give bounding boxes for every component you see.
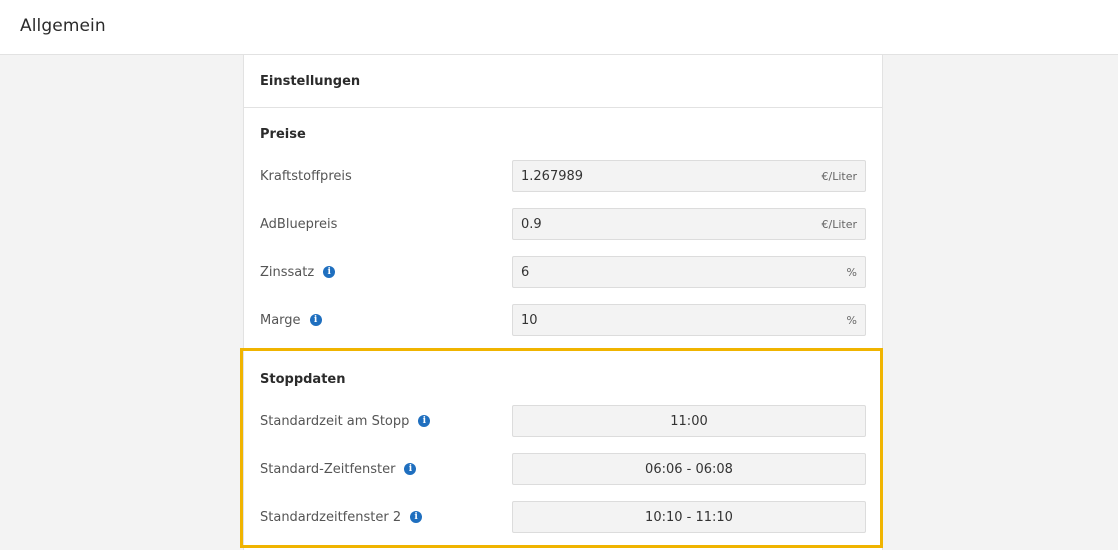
default-time-window-value: 06:06 - 06:08 <box>645 462 733 477</box>
info-icon[interactable]: i <box>323 266 336 278</box>
label-text: Zinssatz <box>260 264 315 280</box>
label-text: Marge <box>260 312 301 328</box>
label-text: Standardzeitfenster 2 <box>260 509 402 525</box>
label-default-stop-time: Standardzeit am Stopp i <box>260 411 431 431</box>
interest-rate-value: 6 <box>521 265 530 280</box>
label-fuel-price: Kraftstoffpreis <box>260 166 352 186</box>
settings-card: Einstellungen Preise Kraftstoffpreis 1.2… <box>243 55 883 550</box>
top-bar: Allgemein <box>0 0 1118 55</box>
margin-value: 10 <box>521 313 538 328</box>
page-title: Allgemein <box>20 16 106 36</box>
label-adblue-price: AdBluepreis <box>260 214 337 234</box>
card-header: Einstellungen <box>244 55 882 108</box>
info-icon[interactable]: i <box>410 511 423 523</box>
margin-unit: % <box>846 314 857 327</box>
label-margin: Marge i <box>260 310 322 330</box>
fuel-price-input[interactable]: 1.267989 €/Liter <box>512 160 866 192</box>
label-text: Kraftstoffpreis <box>260 168 352 184</box>
label-interest-rate: Zinssatz i <box>260 262 336 282</box>
adblue-price-value: 0.9 <box>521 217 542 232</box>
section-title-stops: Stoppdaten <box>260 372 346 387</box>
info-icon[interactable]: i <box>418 415 431 427</box>
fuel-price-value: 1.267989 <box>521 169 584 184</box>
adblue-price-unit: €/Liter <box>821 218 858 231</box>
default-time-window-input[interactable]: 06:06 - 06:08 <box>512 453 866 485</box>
info-icon[interactable]: i <box>404 463 417 475</box>
label-text: Standardzeit am Stopp <box>260 413 410 429</box>
interest-rate-unit: % <box>846 266 857 279</box>
label-default-time-window: Standard-Zeitfenster i <box>260 459 417 479</box>
default-stop-time-value: 11:00 <box>670 414 708 429</box>
default-time-window-2-input[interactable]: 10:10 - 11:10 <box>512 501 866 533</box>
adblue-price-input[interactable]: 0.9 €/Liter <box>512 208 866 240</box>
default-time-window-2-value: 10:10 - 11:10 <box>645 510 733 525</box>
info-icon[interactable]: i <box>309 314 322 326</box>
label-default-time-window-2: Standardzeitfenster 2 i <box>260 507 423 527</box>
fuel-price-unit: €/Liter <box>821 170 858 183</box>
interest-rate-input[interactable]: 6 % <box>512 256 866 288</box>
label-text: Standard-Zeitfenster <box>260 461 396 477</box>
label-text: AdBluepreis <box>260 216 338 232</box>
card-title: Einstellungen <box>260 74 361 89</box>
default-stop-time-input[interactable]: 11:00 <box>512 405 866 437</box>
margin-input[interactable]: 10 % <box>512 304 866 336</box>
section-title-prices: Preise <box>260 127 306 142</box>
